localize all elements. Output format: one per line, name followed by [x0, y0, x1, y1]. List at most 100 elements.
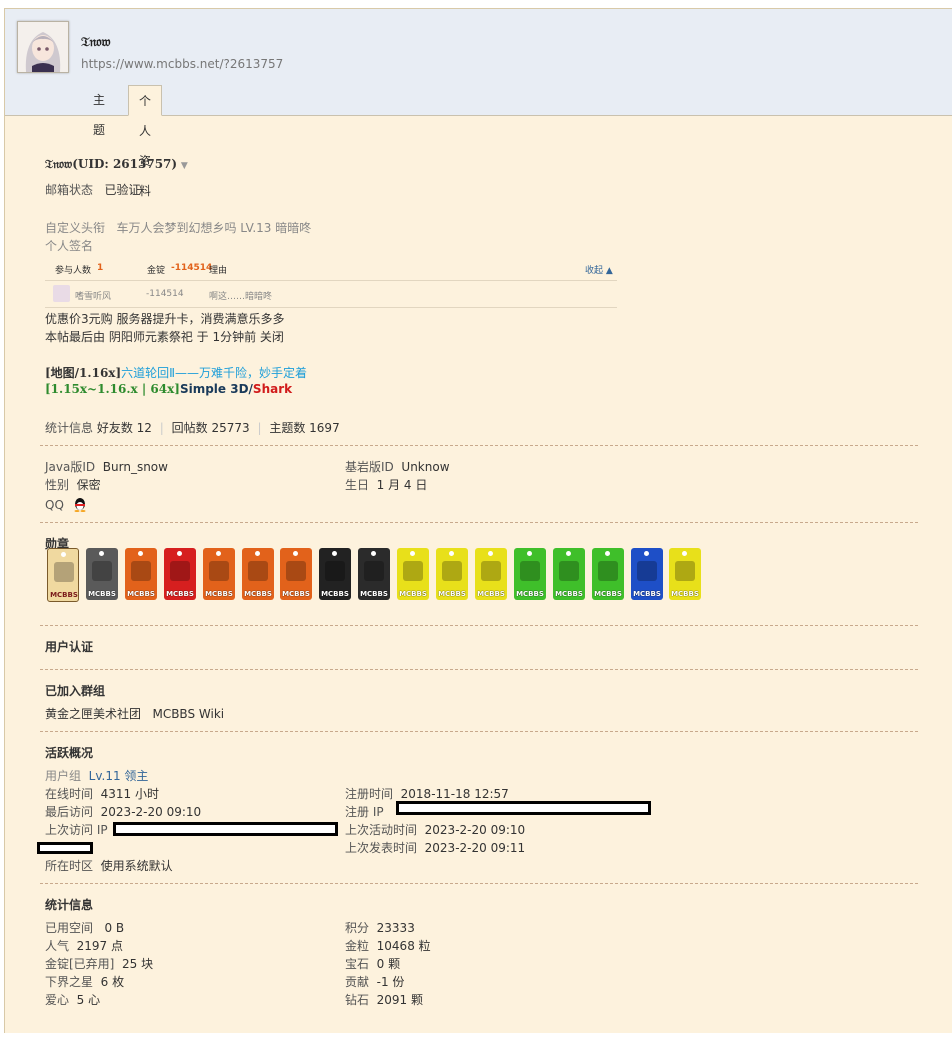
section-divider [40, 669, 918, 670]
online-time: 在线时间 4311 小时 [45, 785, 159, 802]
rater-reason: 啊这……暗暗咚 [209, 292, 273, 302]
stat-label: 下界之星 [45, 975, 94, 989]
tab-profile[interactable]: 个人资料 [128, 85, 163, 198]
redaction-box [113, 822, 338, 836]
diamond-pickaxe-medal-icon[interactable]: MCBBS [475, 548, 507, 600]
stone-pickaxe-medal-icon[interactable]: MCBBS [397, 548, 429, 600]
medal-picture [54, 562, 74, 582]
last-active-value: 2023-2-20 09:10 [424, 823, 526, 837]
medal-tag: MCBBS [282, 590, 310, 598]
stat-contribution: 贡献 -1 份 [345, 973, 404, 990]
clipboard-medal-icon[interactable]: MCBBS [47, 548, 79, 602]
netherwart-medal-icon[interactable]: MCBBS [280, 548, 312, 600]
java-medal-icon[interactable]: MCBBS [164, 548, 196, 600]
last-active: 上次活动时间 2023-2-20 09:10 [345, 821, 525, 838]
ore-medal-icon[interactable]: MCBBS [358, 548, 390, 600]
qq-penguin-icon[interactable] [72, 496, 88, 515]
medal-picture [598, 561, 618, 581]
gold-ingot-medal-icon[interactable]: MCBBS [514, 548, 546, 600]
medal-picture [170, 561, 190, 581]
section-divider [40, 445, 918, 446]
stat-points: 积分 23333 [345, 919, 415, 936]
medal-hole [332, 551, 337, 556]
redaction-box [37, 842, 93, 854]
user-group: 用户组 Lv.11 领主 [45, 767, 148, 784]
medal-tag: MCBBS [671, 590, 699, 598]
villager-medal-icon[interactable]: MCBBS [319, 548, 351, 600]
threads-count[interactable]: 主题数 1697 [269, 421, 339, 435]
medal-tag: MCBBS [50, 591, 78, 599]
medal-hole [527, 551, 532, 556]
collapse-link[interactable]: 收起 ▲ [585, 263, 613, 276]
sig-map-link[interactable]: 六道轮回Ⅱ——万难千险，妙手定着 [121, 366, 307, 380]
section-divider [40, 625, 918, 626]
stat-label: 积分 [345, 921, 370, 935]
medal-picture [675, 561, 695, 581]
stat-space: 已用空间 0 B [45, 919, 124, 936]
stat-value: 25 块 [122, 957, 154, 971]
friends-count[interactable]: 好友数 12 [97, 421, 152, 435]
medal-tag: MCBBS [594, 590, 622, 598]
medal-picture [364, 561, 384, 581]
rater-avatar[interactable] [53, 285, 70, 302]
leather-medal-icon[interactable]: MCBBS [553, 548, 585, 600]
medal-tag: MCBBS [555, 590, 583, 598]
iron-pickaxe-medal-icon[interactable]: MCBBS [436, 548, 468, 600]
rater-name[interactable]: 嗜雪听风 [75, 289, 111, 302]
orange-item-medal-icon[interactable]: MCBBS [125, 548, 157, 600]
portrait-medal-icon[interactable]: MCBBS [631, 548, 663, 600]
profile-username: 𝔗𝔫𝔬𝔴 [81, 35, 111, 50]
stat-value: 0 B [104, 921, 125, 935]
medal-hole [449, 551, 454, 556]
stat-value: 0 颗 [376, 957, 401, 971]
leaf-medal-icon[interactable]: MCBBS [242, 548, 274, 600]
java-id-value: Burn_snow [102, 460, 168, 474]
reg-ip: 注册 IP [345, 803, 384, 820]
sig-map-line: [地图/1.16x]六道轮回Ⅱ——万难千险，妙手定着 [45, 364, 307, 381]
stat-nether-star: 下界之星 6 枚 [45, 973, 124, 990]
custom-title-label: 自定义头衔 [45, 221, 106, 235]
replies-count[interactable]: 回帖数 25773 [172, 421, 250, 435]
sig-line-1: 优惠价3元购 服务器提升卡，消费满意乐多多 [45, 312, 285, 326]
stat-value: 5 心 [76, 993, 101, 1007]
sig-pack-shark[interactable]: Shark [253, 382, 292, 396]
last-visit: 最后访问 2023-2-20 09:10 [45, 803, 201, 820]
sig-pack-name[interactable]: Simple 3D/ [180, 382, 253, 396]
timezone: 所在时区 使用系统默认 [45, 857, 173, 874]
java-id-label: Java版ID [45, 460, 96, 474]
stat-label: 宝石 [345, 957, 370, 971]
sig-line-2: 本帖最后由 阴阳师元素祭祀 于 1分钟前 关闭 [45, 330, 284, 344]
gender-value: 保密 [76, 478, 101, 492]
medal-tag: MCBBS [321, 590, 349, 598]
group-item[interactable]: 黄金之匣美术社团 [45, 707, 141, 721]
groups-title: 已加入群组 [45, 684, 106, 698]
stats-title: 统计信息 [45, 898, 94, 912]
medal-tag: MCBBS [88, 590, 116, 598]
globe-medal-icon[interactable]: MCBBS [86, 548, 118, 600]
gold-value: -114514 [171, 263, 213, 273]
tab-threads[interactable]: 主题 [83, 85, 115, 137]
medal-hole [488, 551, 493, 556]
stats-summary-label: 统计信息 [45, 421, 94, 435]
reg-time-value: 2018-11-18 12:57 [400, 787, 509, 801]
plant-medal-icon[interactable]: MCBBS [203, 548, 235, 600]
auth-title: 用户认证 [45, 640, 94, 654]
qq-label: QQ [45, 498, 64, 512]
miner-medal-icon[interactable]: MCBBS [669, 548, 701, 600]
user-group-value[interactable]: Lv.11 领主 [89, 769, 149, 783]
user-group-label: 用户组 [45, 769, 82, 783]
gender: 性别 保密 [45, 476, 101, 493]
beef-medal-icon[interactable]: MCBBS [592, 548, 624, 600]
email-status: 邮箱状态 已验证 [45, 181, 140, 198]
medal-picture [520, 561, 540, 581]
avatar[interactable] [17, 21, 69, 73]
medal-hole [682, 551, 687, 556]
chevron-down-icon[interactable]: ▼ [181, 161, 188, 171]
groups-list: 黄金之匣美术社团 MCBBS Wiki [45, 705, 224, 722]
group-item[interactable]: MCBBS Wiki [152, 707, 224, 721]
stat-love: 爱心 5 心 [45, 991, 100, 1008]
stat-value: 2091 颗 [376, 993, 424, 1007]
profile-url[interactable]: https://www.mcbbs.net/?2613757 [81, 57, 283, 71]
stat-popularity: 人气 2197 点 [45, 937, 123, 954]
profile-uid: 𝔗𝔫𝔬𝔴(UID: 2613757) [45, 157, 178, 171]
